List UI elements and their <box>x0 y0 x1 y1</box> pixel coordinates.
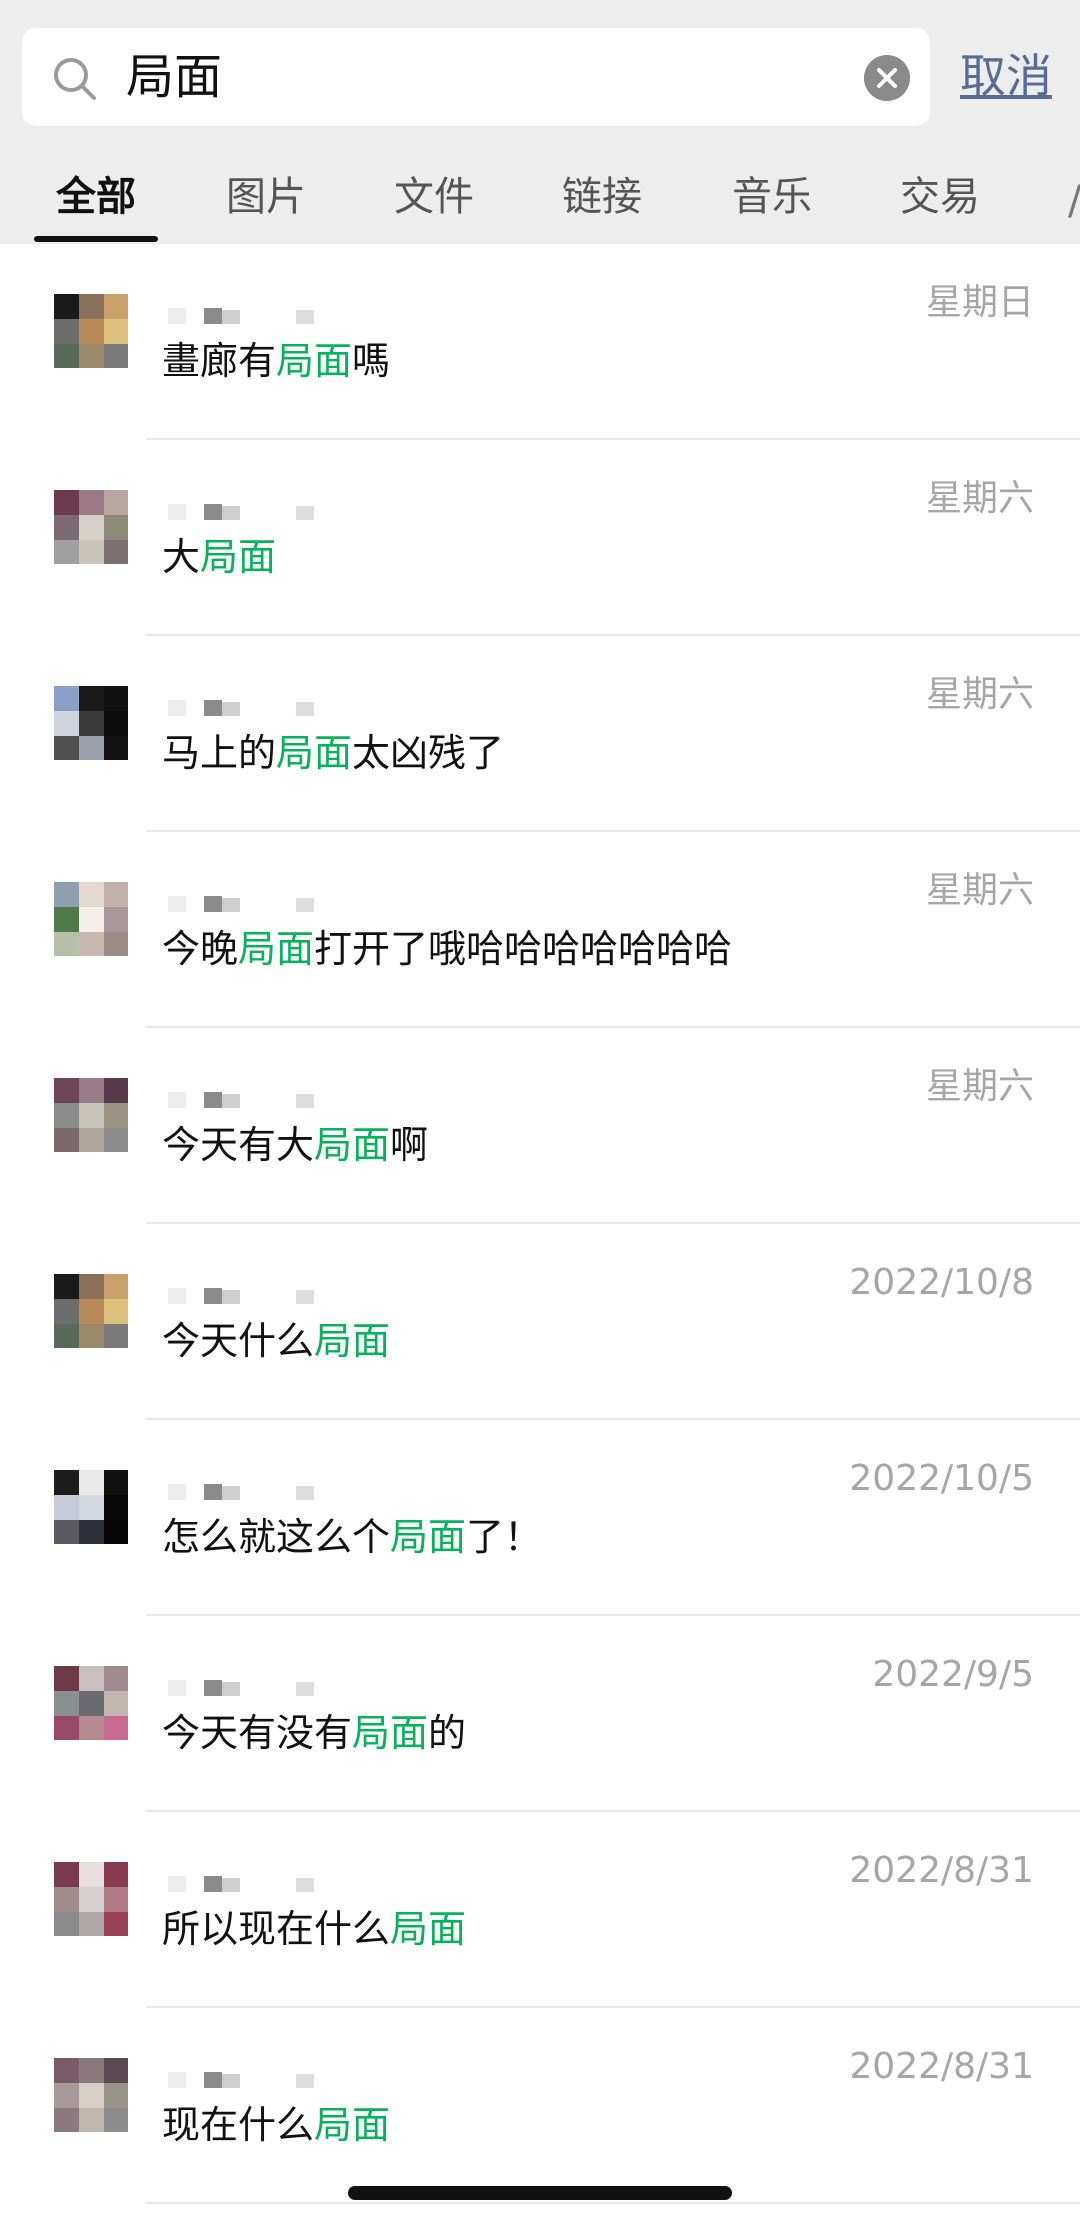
message-snippet: 所以现在什么局面 <box>162 1904 466 1954</box>
avatar <box>54 490 128 564</box>
snippet-text-before: 今天有大 <box>162 1123 315 1167</box>
sender-name-redacted <box>160 308 360 326</box>
keyword-highlight: 局面 <box>390 1907 467 1951</box>
message-date: 星期六 <box>925 1066 1034 1107</box>
search-input[interactable]: 局面 <box>126 46 222 108</box>
keyword-highlight: 局面 <box>390 1515 467 1559</box>
snippet-text-before: 马上的 <box>162 731 277 775</box>
list-item[interactable]: 2022/10/5 怎么就这么个局面了！ <box>0 1420 1080 1616</box>
sender-name-redacted <box>160 1288 360 1306</box>
clear-icon[interactable] <box>864 55 910 101</box>
snippet-text-before: 畫廊有 <box>162 339 277 383</box>
list-item[interactable]: 星期日畫廊有局面嗎 <box>0 244 1080 440</box>
tab-music[interactable]: 音乐 <box>732 170 812 224</box>
message-date: 星期六 <box>925 478 1034 519</box>
message-date: 2022/8/31 <box>849 1850 1034 1891</box>
snippet-text-before: 大 <box>162 535 201 579</box>
avatar <box>54 1078 128 1152</box>
tab-transactions[interactable]: 交易 <box>900 170 980 224</box>
message-date: 星期日 <box>925 282 1034 323</box>
keyword-highlight: 局面 <box>314 1123 391 1167</box>
avatar <box>54 294 128 368</box>
sender-name-redacted <box>160 1092 360 1110</box>
list-item[interactable]: 星期六大局面 <box>0 440 1080 636</box>
message-date: 2022/10/5 <box>849 1458 1034 1499</box>
snippet-text-after: 的 <box>428 1711 467 1755</box>
avatar <box>54 882 128 956</box>
sender-name-redacted <box>160 896 360 914</box>
search-header: 局面 取消 全部 图片 文件 链接 音乐 交易 / <box>0 0 1080 244</box>
list-item[interactable]: 星期六今晚局面打开了哦哈哈哈哈哈哈哈 <box>0 832 1080 1028</box>
keyword-highlight: 局面 <box>314 1319 391 1363</box>
message-date: 2022/9/5 <box>872 1654 1034 1695</box>
message-date: 2022/8/31 <box>849 2046 1034 2087</box>
list-item[interactable]: 星期六今天有大局面啊 <box>0 1028 1080 1224</box>
message-snippet: 今晚局面打开了哦哈哈哈哈哈哈哈 <box>162 924 732 974</box>
active-tab-indicator <box>34 236 158 242</box>
message-date: 2022/10/8 <box>849 1262 1034 1303</box>
tab-images[interactable]: 图片 <box>226 170 306 224</box>
list-item[interactable]: 2022/8/31 所以现在什么局面 <box>0 1812 1080 2008</box>
tab-files[interactable]: 文件 <box>394 170 474 224</box>
snippet-text-before: 今天什么 <box>162 1319 315 1363</box>
sender-name-redacted <box>160 700 360 718</box>
message-snippet: 畫廊有局面嗎 <box>162 336 390 386</box>
list-item[interactable]: 星期六马上的局面太凶残了 <box>0 636 1080 832</box>
avatar <box>54 2058 128 2132</box>
avatar <box>54 686 128 760</box>
message-snippet: 今天有大局面啊 <box>162 1120 428 1170</box>
home-indicator[interactable] <box>348 2186 732 2200</box>
search-icon <box>54 58 96 100</box>
tab-links[interactable]: 链接 <box>562 170 642 224</box>
keyword-highlight: 局面 <box>352 1711 429 1755</box>
snippet-text-before: 怎么就这么个 <box>162 1515 391 1559</box>
category-tabs: 全部 图片 文件 链接 音乐 交易 / <box>0 160 1080 244</box>
keyword-highlight: 局面 <box>276 731 353 775</box>
keyword-highlight: 局面 <box>314 2103 391 2147</box>
snippet-text-after: 啊 <box>390 1123 429 1167</box>
keyword-highlight: 局面 <box>276 339 353 383</box>
avatar <box>54 1862 128 1936</box>
snippet-text-before: 今天有没有 <box>162 1711 353 1755</box>
cancel-button[interactable]: 取消 <box>960 46 1052 106</box>
message-snippet: 大局面 <box>162 532 276 582</box>
message-date: 星期六 <box>925 870 1034 911</box>
message-snippet: 今天有没有局面的 <box>162 1708 466 1758</box>
message-snippet: 现在什么局面 <box>162 2100 390 2150</box>
message-snippet: 马上的局面太凶残了 <box>162 728 504 778</box>
snippet-text-before: 现在什么 <box>162 2103 315 2147</box>
sender-name-redacted <box>160 1680 360 1698</box>
tab-all[interactable]: 全部 <box>56 170 136 224</box>
sender-name-redacted <box>160 504 360 522</box>
keyword-highlight: 局面 <box>200 535 277 579</box>
avatar <box>54 1470 128 1544</box>
avatar <box>54 1274 128 1348</box>
list-item[interactable]: 2022/9/5 今天有没有局面的 <box>0 1616 1080 1812</box>
message-snippet: 今天什么局面 <box>162 1316 390 1366</box>
snippet-text-before: 所以现在什么 <box>162 1907 391 1951</box>
sender-name-redacted <box>160 2072 360 2090</box>
search-bar[interactable]: 局面 <box>22 28 930 126</box>
snippet-text-after: 嗎 <box>352 339 391 383</box>
snippet-text-after: 了！ <box>466 1515 543 1559</box>
message-date: 星期六 <box>925 674 1034 715</box>
sender-name-redacted <box>160 1484 360 1502</box>
list-item[interactable]: 2022/8/31 现在什么局面 <box>0 2008 1080 2204</box>
divider <box>146 2202 1080 2204</box>
keyword-highlight: 局面 <box>238 927 315 971</box>
snippet-text-before: 今晚 <box>162 927 239 971</box>
sender-name-redacted <box>160 1876 360 1894</box>
message-snippet: 怎么就这么个局面了！ <box>162 1512 542 1562</box>
avatar <box>54 1666 128 1740</box>
more-tabs-indicator[interactable]: / <box>1068 178 1080 224</box>
snippet-text-after: 太凶残了 <box>352 731 505 775</box>
snippet-text-after: 打开了哦哈哈哈哈哈哈哈 <box>314 927 733 971</box>
list-item[interactable]: 2022/10/8 今天什么局面 <box>0 1224 1080 1420</box>
